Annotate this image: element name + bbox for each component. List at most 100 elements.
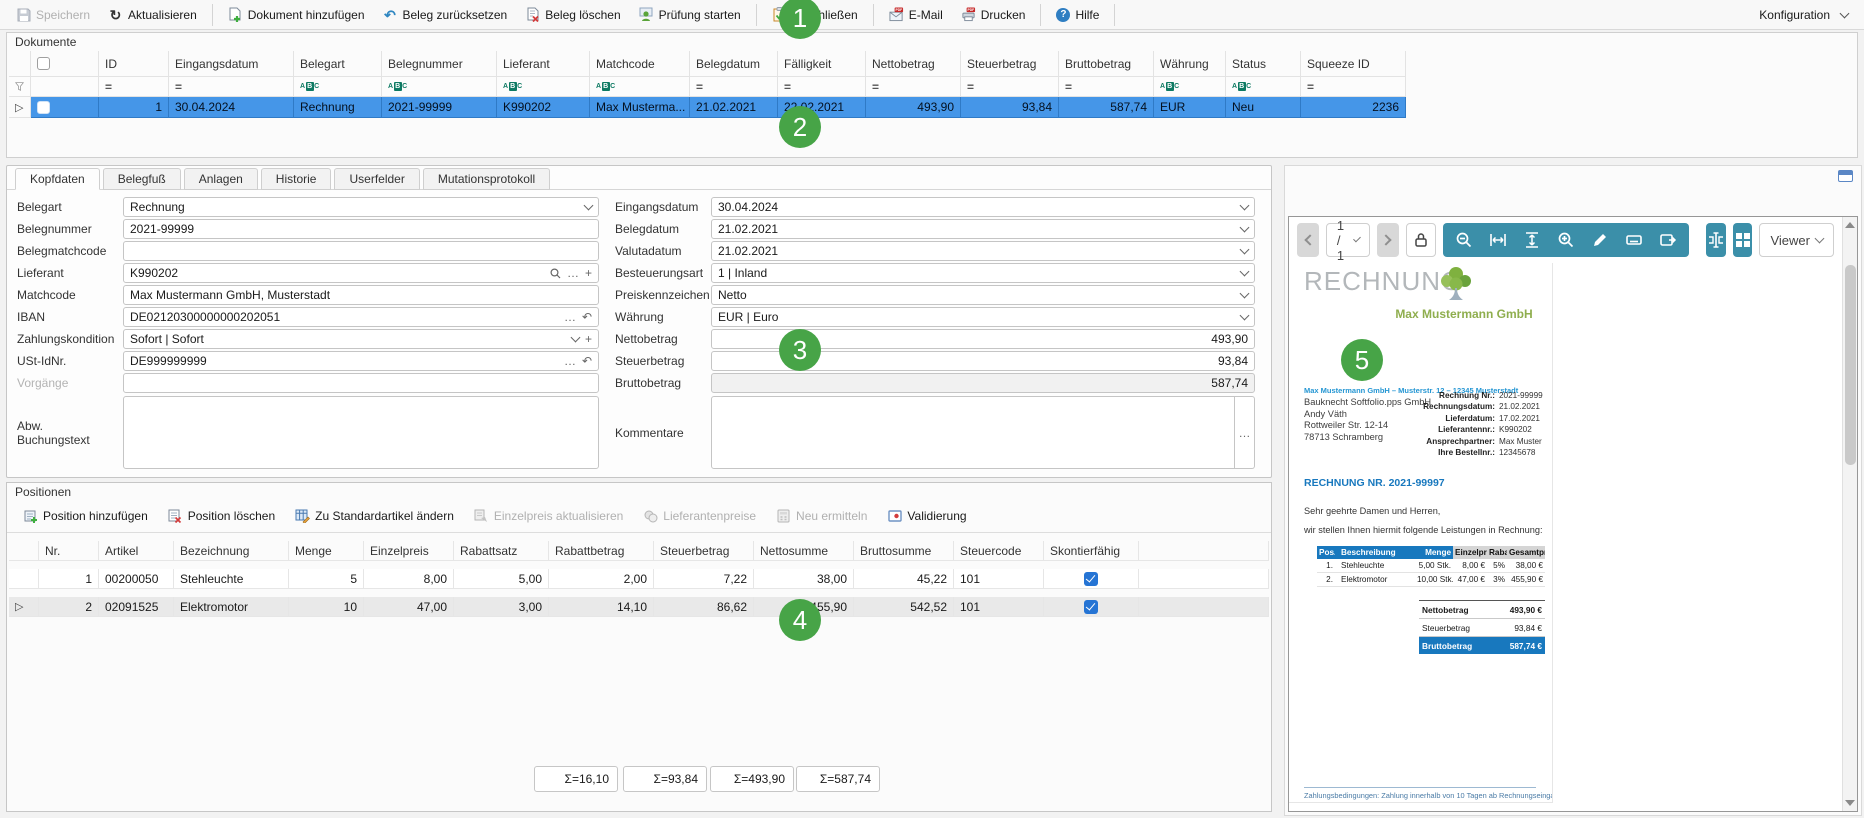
filter-cell[interactable]	[169, 77, 294, 97]
chevron-down-icon[interactable]	[1240, 266, 1250, 276]
filter-cell[interactable]	[497, 77, 590, 97]
add-icon[interactable]: +	[585, 333, 592, 345]
chevron-down-icon[interactable]	[584, 200, 594, 210]
chevron-down-icon[interactable]	[1240, 222, 1250, 232]
chevron-down-icon[interactable]	[1240, 288, 1250, 298]
tab-historie[interactable]: Historie	[261, 168, 332, 190]
scroll-down-icon[interactable]	[1845, 800, 1855, 806]
zoom-out-icon[interactable]	[1449, 225, 1479, 255]
column-header[interactable]: Bezeichnung	[174, 541, 289, 561]
tab-kopfdaten[interactable]: Kopfdaten	[15, 168, 100, 190]
tab-mutationsprotokoll[interactable]: Mutationsprotokoll	[423, 168, 550, 190]
column-header[interactable]: Bruttosumme	[854, 541, 954, 561]
column-header[interactable]: Steuerbetrag	[654, 541, 754, 561]
export-image-icon[interactable]	[1653, 225, 1683, 255]
column-header[interactable]: Einzelpreis	[364, 541, 454, 561]
select-text-button[interactable]	[1706, 223, 1726, 257]
row-checkbox[interactable]	[37, 101, 50, 114]
position-add-button[interactable]: Position hinzufügen	[15, 504, 156, 527]
validation-button[interactable]: Validierung	[879, 504, 974, 527]
scrollbar-thumb[interactable]	[1845, 265, 1856, 465]
filter-cell[interactable]	[1301, 77, 1406, 97]
skontierfaehig-checkbox[interactable]	[1084, 572, 1098, 586]
select-all-checkbox[interactable]	[37, 57, 50, 70]
chevron-down-icon[interactable]	[1240, 310, 1250, 320]
add-icon[interactable]: +	[585, 267, 592, 279]
undo-icon[interactable]: ↶	[582, 311, 592, 323]
recalculate-button[interactable]: Neu ermitteln	[768, 504, 875, 527]
help-button[interactable]: ? Hilfe	[1048, 4, 1107, 26]
tab-anlagen[interactable]: Anlagen	[184, 168, 258, 190]
column-header[interactable]: Bruttobetrag	[1059, 51, 1154, 77]
tab-userfelder[interactable]: Userfelder	[334, 168, 419, 190]
zoom-in-icon[interactable]	[1551, 225, 1581, 255]
invoice-page[interactable]: RECHNUNG Max Mustermann GmbH Max Musterm…	[1289, 263, 1553, 803]
header-checkbox-cell[interactable]	[31, 51, 99, 77]
refresh-button[interactable]: ↻ Aktualisieren	[100, 3, 205, 26]
column-header[interactable]: Nr.	[39, 541, 99, 561]
kommentare-ellipsis-button[interactable]: …	[1235, 396, 1255, 469]
filter-cell[interactable]	[1154, 77, 1226, 97]
lieferant-input[interactable]: K990202 … +	[123, 263, 599, 283]
filter-cell[interactable]	[778, 77, 866, 97]
lock-button[interactable]	[1406, 223, 1436, 257]
page-select[interactable]: 1 / 1	[1326, 223, 1370, 257]
waehrung-select[interactable]: EUR | Euro	[711, 307, 1255, 327]
previous-page-button[interactable]	[1297, 223, 1319, 257]
search-icon[interactable]	[550, 268, 561, 279]
column-header[interactable]: Skontierfähig	[1044, 541, 1139, 561]
belegnummer-input[interactable]: 2021-99999	[123, 219, 599, 239]
filter-cell[interactable]	[590, 77, 690, 97]
scroll-up-icon[interactable]	[1845, 222, 1855, 228]
reset-document-button[interactable]: ↶ Beleg zurücksetzen	[375, 3, 516, 26]
supplier-prices-button[interactable]: Lieferantenpreise	[635, 504, 764, 527]
belegdatum-select[interactable]: 21.02.2021	[711, 219, 1255, 239]
skontierfaehig-checkbox[interactable]	[1084, 600, 1098, 614]
zahlungskondition-select[interactable]: Sofort | Sofort+	[123, 329, 599, 349]
belegart-select[interactable]: Rechnung	[123, 197, 599, 217]
kommentare-textarea[interactable]	[711, 396, 1235, 469]
column-header[interactable]: Eingangsdatum	[169, 51, 294, 77]
preiskennzeichen-select[interactable]: Netto	[711, 285, 1255, 305]
save-button[interactable]: Speichern	[8, 3, 98, 26]
email-button[interactable]: PDF E-Mail	[881, 3, 951, 26]
column-header[interactable]: Belegdatum	[690, 51, 778, 77]
chevron-down-icon[interactable]	[1240, 244, 1250, 254]
annotation-icon[interactable]	[1619, 225, 1649, 255]
filter-cell[interactable]	[961, 77, 1059, 97]
valutadatum-select[interactable]: 21.02.2021	[711, 241, 1255, 261]
filter-cell[interactable]	[1059, 77, 1154, 97]
belegmatchcode-input[interactable]	[123, 241, 599, 261]
column-header[interactable]: Artikel	[99, 541, 174, 561]
column-header[interactable]: Matchcode	[590, 51, 690, 77]
position-delete-button[interactable]: Position löschen	[160, 504, 283, 527]
ellipsis-button[interactable]: …	[564, 311, 576, 323]
filter-cell[interactable]	[1226, 77, 1301, 97]
vorgaenge-input[interactable]	[123, 373, 599, 393]
ellipsis-button[interactable]: …	[564, 355, 576, 367]
to-standard-article-button[interactable]: Zu Standardartikel ändern	[287, 504, 462, 527]
configuration-menu[interactable]: Konfiguration	[1751, 4, 1856, 26]
column-header[interactable]: Steuerbetrag	[961, 51, 1059, 77]
column-header[interactable]: Rabattbetrag	[549, 541, 654, 561]
ellipsis-button[interactable]: …	[567, 267, 579, 279]
update-price-button[interactable]: Einzelpreis aktualisieren	[466, 504, 631, 527]
tab-belegfuss[interactable]: Belegfuß	[103, 168, 181, 190]
filter-cell[interactable]	[866, 77, 961, 97]
column-header[interactable]: Squeeze ID	[1301, 51, 1406, 77]
column-header[interactable]: Steuercode	[954, 541, 1044, 561]
restore-window-icon[interactable]	[1838, 170, 1853, 182]
add-document-button[interactable]: Dokument hinzufügen	[220, 3, 373, 26]
pen-icon[interactable]	[1585, 225, 1615, 255]
viewer-scrollbar[interactable]	[1842, 217, 1857, 811]
start-check-button[interactable]: Prüfung starten	[631, 3, 749, 26]
fit-width-icon[interactable]	[1483, 225, 1513, 255]
next-page-button[interactable]	[1377, 223, 1399, 257]
filter-cell[interactable]	[690, 77, 778, 97]
position-row-selected[interactable]: ▷ 2 02091525 Elektromotor 10 47,00 3,00 …	[9, 597, 1269, 617]
chevron-down-icon[interactable]	[1240, 200, 1250, 210]
filter-cell[interactable]	[382, 77, 497, 97]
filter-cell[interactable]	[294, 77, 382, 97]
document-row[interactable]: ▷ 1 30.04.2024 Rechnung 2021-99999 K9902…	[9, 97, 1857, 118]
column-header[interactable]: ID	[99, 51, 169, 77]
